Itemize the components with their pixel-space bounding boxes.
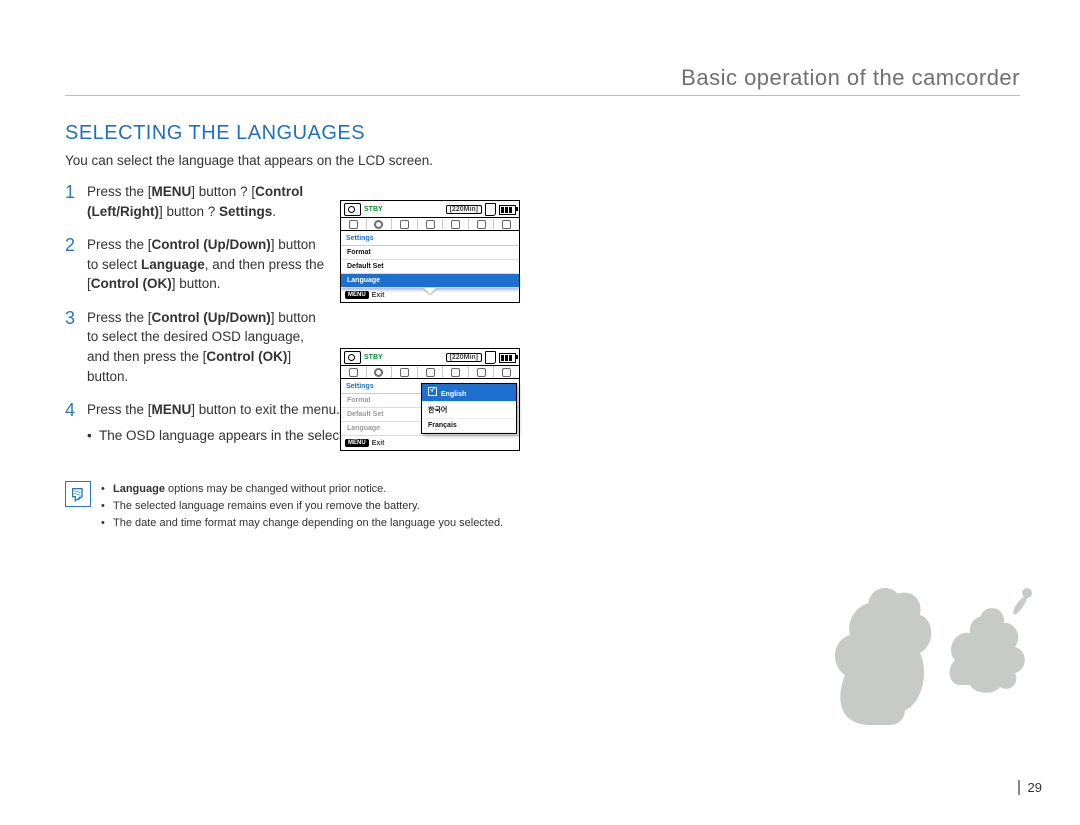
page-number: 29 [1018,780,1042,795]
lcd-screenshot-2: STBY [220Min] Settings Format Default Se… [340,348,520,451]
tab-icon [400,220,409,229]
intro-text: You can select the language that appears… [65,153,1020,168]
step-number: 2 [65,235,87,257]
step-number: 4 [65,400,87,422]
tab-icon [400,368,409,377]
tab-icons-row [341,365,519,379]
step-2-text: Press the [Control (Up/Down)] button to … [87,235,327,294]
battery-icon [499,205,516,215]
lcd-screenshot-1: STBY [220Min] Settings Format Default Se… [340,200,520,303]
check-icon [428,387,437,396]
card-icon [485,203,496,216]
note-icon [65,481,91,507]
step-3-text: Press the [Control (Up/Down)] button to … [87,308,327,386]
language-popup: English 한국어 Français [421,383,517,434]
menu-chip: MENU [345,291,369,299]
note-item: The date and time format may change depe… [101,516,503,532]
menu-chip: MENU [345,439,369,447]
language-option: 한국어 [422,402,516,419]
tab-icon [451,220,460,229]
tab-icons-row [341,217,519,231]
language-option-selected: English [422,384,516,402]
menu-item: Default Set [341,260,519,274]
settings-tab-label: Settings [341,231,519,246]
gear-icon [374,220,383,229]
note-item: Language options may be changed without … [101,482,503,498]
chevron-down-icon [424,288,436,294]
remaining-time: [220Min] [446,205,482,214]
step-number: 3 [65,308,87,330]
breadcrumb: Basic operation of the camcorder [681,65,1020,90]
card-icon [485,351,496,364]
tab-icon [477,368,486,377]
decorative-silhouette [810,555,1040,725]
note-item: The selected language remains even if yo… [101,499,503,515]
battery-icon [499,353,516,363]
tab-icon [426,220,435,229]
gear-icon [374,368,383,377]
section-title: SELECTING THE LANGUAGES [65,122,1020,145]
camera-icon [344,203,361,216]
remaining-time: [220Min] [446,353,482,362]
step-number: 1 [65,182,87,204]
menu-item-selected: Language [341,274,519,288]
status-badge: STBY [364,206,383,213]
step-1-text: Press the [MENU] button ? [Control (Left… [87,182,327,221]
exit-label: Exit [372,440,385,447]
tab-icon [426,368,435,377]
language-option: Français [422,419,516,433]
tab-icon [451,368,460,377]
tab-icon [349,220,358,229]
exit-label: Exit [372,292,385,299]
tab-icon [502,368,511,377]
status-badge: STBY [364,354,383,361]
menu-item: Format [341,246,519,260]
tab-icon [502,220,511,229]
camera-icon [344,351,361,364]
tab-icon [349,368,358,377]
tab-icon [477,220,486,229]
notes-list: Language options may be changed without … [101,481,503,533]
